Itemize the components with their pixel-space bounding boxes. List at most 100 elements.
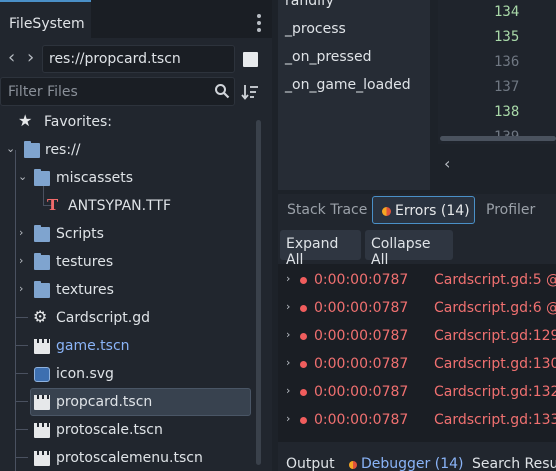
method-item[interactable]: _on_game_loaded (285, 77, 411, 93)
chevron-right-icon[interactable]: › (19, 255, 29, 266)
chevron-right-icon[interactable]: › (19, 283, 29, 294)
method-item[interactable]: _process (285, 21, 346, 37)
tree-guide (15, 401, 28, 402)
tree-item-miscassets[interactable]: ⌄ miscassets (0, 164, 262, 192)
font-file-icon: T (47, 196, 59, 214)
sort-icon[interactable] (241, 83, 259, 101)
error-icon (300, 389, 307, 396)
tree-item-cardscript[interactable]: ⚙ Cardscript.gd (0, 304, 262, 332)
error-row[interactable]: › 0:00:00:0787 Cardscript.gd:6 @ _ (278, 294, 556, 322)
error-warning-icon (382, 207, 391, 216)
chevron-down-icon[interactable]: ⌄ (18, 171, 28, 182)
filter-row: Filter Files (0, 77, 272, 107)
error-time: 0:00:00:0787 (314, 272, 409, 288)
file-tree: ★ Favorites: ⌄ res:// ⌄ miscassets T ANT… (0, 108, 262, 471)
tree-item-label: game.tscn (56, 338, 130, 354)
chevron-right-icon[interactable]: › (286, 356, 290, 369)
error-row[interactable]: › 0:00:00:0787 Cardscript.gd:129 @ (278, 322, 556, 350)
tree-item-font-file[interactable]: T ANTSYPAN.TTF (0, 192, 262, 220)
scene-icon (34, 395, 50, 410)
tree-item-res[interactable]: ⌄ res:// (0, 136, 262, 164)
tree-item-label: Cardscript.gd (56, 310, 150, 326)
tree-item-icon-svg[interactable]: icon.svg (0, 360, 262, 388)
filter-files-input[interactable]: Filter Files (0, 77, 235, 106)
tree-scrollbar[interactable] (256, 120, 261, 465)
tab-stack-trace[interactable]: Stack Trace (287, 196, 367, 224)
error-source: Cardscript.gd:6 @ _ (434, 300, 556, 316)
error-time: 0:00:00:0787 (314, 328, 409, 344)
line-number: 137 (494, 79, 520, 95)
tab-search-results[interactable]: Search Results (472, 456, 556, 471)
code-horizontal-scrollbar[interactable] (440, 136, 556, 141)
error-icon (300, 333, 307, 340)
error-time: 0:00:00:0787 (314, 384, 409, 400)
tree-item-label: Favorites: (44, 114, 112, 130)
tab-debugger[interactable]: Debugger (14) (361, 456, 463, 471)
error-time: 0:00:00:0787 (314, 300, 409, 316)
error-icon (300, 277, 307, 284)
godot-image-icon (34, 367, 50, 382)
error-row[interactable]: › 0:00:00:0787 Cardscript.gd:132 @ (278, 378, 556, 406)
forward-arrow-icon[interactable]: › (27, 48, 34, 68)
chevron-right-icon[interactable]: › (286, 384, 290, 397)
error-row[interactable]: › 0:00:00:0787 Cardscript.gd:133 @ (278, 406, 556, 434)
line-number: 135 (494, 29, 520, 45)
collapse-all-button[interactable]: Collapse All (365, 230, 453, 268)
gear-icon: ⚙ (33, 307, 48, 326)
tab-errors[interactable]: Errors (14) (372, 196, 475, 224)
tree-item-protoscalemenu-scene[interactable]: protoscalemenu.tscn (0, 444, 262, 471)
error-source: Cardscript.gd:132 @ (434, 384, 556, 400)
tree-item-favorites[interactable]: ★ Favorites: (0, 108, 262, 136)
tree-item-label: icon.svg (56, 366, 114, 382)
tab-filesystem[interactable]: FileSystem (0, 0, 91, 38)
line-number: 136 (494, 54, 520, 70)
scene-icon (34, 423, 50, 438)
chevron-right-icon[interactable]: › (286, 328, 290, 341)
error-time: 0:00:00:0787 (314, 412, 409, 428)
path-field[interactable]: res://propcard.tscn (42, 45, 235, 73)
error-icon (300, 361, 307, 368)
scene-icon (34, 339, 50, 354)
tab-errors-label: Errors (14) (395, 203, 470, 219)
method-item[interactable]: _on_pressed (285, 49, 371, 65)
back-arrow-icon[interactable]: ‹ (8, 48, 15, 68)
star-icon: ★ (18, 111, 33, 130)
tree-item-textures[interactable]: › textures (0, 276, 262, 304)
expand-all-button[interactable]: Expand All (280, 230, 361, 268)
error-icon (300, 417, 307, 424)
tree-item-protoscale-scene[interactable]: protoscale.tscn (0, 416, 262, 444)
tree-item-label: miscassets (56, 170, 134, 186)
tree-item-game-scene[interactable]: game.tscn (0, 332, 262, 360)
code-editor[interactable]: 134 135 136 137 138 139 (438, 0, 556, 144)
toggle-split-icon[interactable] (243, 52, 258, 67)
filesystem-tabbar: FileSystem (0, 0, 272, 38)
error-warning-icon (349, 461, 357, 469)
tree-item-label: textures (56, 282, 114, 298)
error-source: Cardscript.gd:133 @ (434, 412, 556, 428)
tree-item-label: testures (56, 254, 114, 270)
chevron-right-icon[interactable]: › (19, 227, 29, 238)
folder-icon (24, 141, 40, 158)
tree-item-scripts[interactable]: › Scripts (0, 220, 262, 248)
tab-output[interactable]: Output (286, 456, 335, 471)
error-row[interactable]: › 0:00:00:0787 Cardscript.gd:130 @ (278, 350, 556, 378)
debugger-panel: Stack Trace Errors (14) Profiler Expand … (278, 194, 556, 471)
chevron-down-icon[interactable]: ⌄ (6, 143, 16, 154)
error-icon (300, 305, 307, 312)
chevron-right-icon[interactable]: › (286, 300, 290, 313)
chevron-left-icon[interactable]: ‹ (444, 154, 450, 173)
tab-profiler[interactable]: Profiler (486, 196, 535, 224)
error-source: Cardscript.gd:5 @ _ (434, 272, 556, 288)
error-row[interactable]: › 0:00:00:0787 Cardscript.gd:5 @ _ (278, 266, 556, 294)
tree-item-testures[interactable]: › testures (0, 248, 262, 276)
path-row: ‹ › res://propcard.tscn (0, 44, 272, 74)
tree-item-label: Scripts (56, 226, 104, 242)
chevron-right-icon[interactable]: › (286, 412, 290, 425)
error-list: › 0:00:00:0787 Cardscript.gd:5 @ _ › 0:0… (278, 264, 556, 442)
search-icon[interactable] (214, 83, 230, 99)
tree-item-propcard-scene[interactable]: propcard.tscn (30, 388, 251, 416)
chevron-right-icon[interactable]: › (286, 272, 290, 285)
dock-menu-icon[interactable] (256, 14, 262, 34)
method-item[interactable]: randify (285, 0, 334, 9)
folder-icon (34, 253, 50, 270)
